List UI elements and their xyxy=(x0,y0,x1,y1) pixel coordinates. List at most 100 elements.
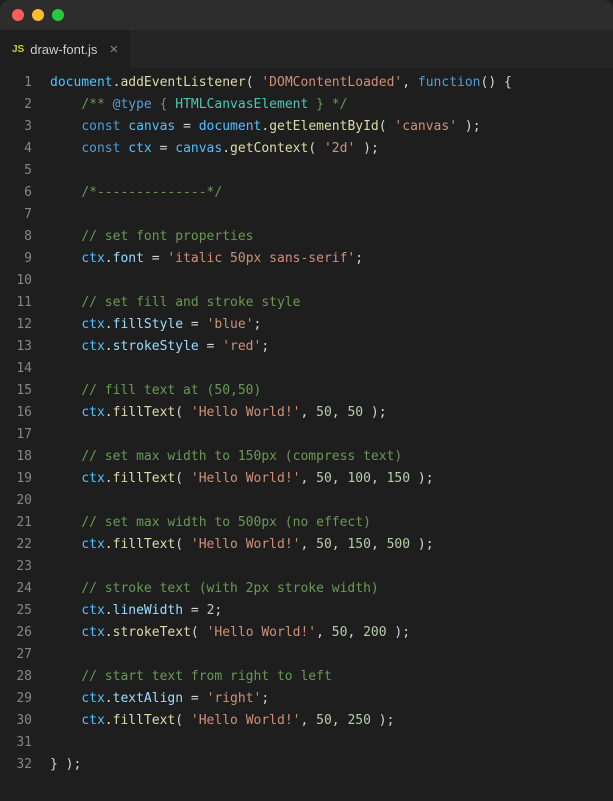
line-number: 29 xyxy=(0,688,32,710)
code-token: , xyxy=(300,537,316,552)
code-line[interactable]: ctx.fillStyle = 'blue'; xyxy=(50,314,613,336)
code-token: fillStyle xyxy=(113,317,183,332)
code-line[interactable] xyxy=(50,490,613,512)
code-line[interactable]: // set font properties xyxy=(50,226,613,248)
code-line[interactable] xyxy=(50,732,613,754)
code-line[interactable]: ctx.fillText( 'Hello World!', 50, 50 ); xyxy=(50,402,613,424)
code-token: . xyxy=(105,251,113,266)
code-token: , xyxy=(332,537,348,552)
code-token: ctx xyxy=(81,471,104,486)
code-line[interactable]: ctx.fillText( 'Hello World!', 50, 150, 5… xyxy=(50,534,613,556)
code-token: ; xyxy=(261,691,269,706)
code-line[interactable] xyxy=(50,270,613,292)
line-number: 7 xyxy=(0,204,32,226)
code-line[interactable]: ctx.font = 'italic 50px sans-serif'; xyxy=(50,248,613,270)
tab-draw-font-js[interactable]: JS draw-font.js × xyxy=(0,30,131,68)
code-line[interactable]: ctx.strokeStyle = 'red'; xyxy=(50,336,613,358)
code-line[interactable] xyxy=(50,556,613,578)
code-line[interactable]: document.addEventListener( 'DOMContentLo… xyxy=(50,72,613,94)
code-editor[interactable]: 1234567891011121314151617181920212223242… xyxy=(0,68,613,801)
code-token: 'Hello World!' xyxy=(191,405,301,420)
line-number: 3 xyxy=(0,116,32,138)
code-token: ctx xyxy=(81,339,104,354)
code-line[interactable] xyxy=(50,160,613,182)
code-token: // set font properties xyxy=(81,229,253,244)
code-line[interactable]: ctx.textAlign = 'right'; xyxy=(50,688,613,710)
code-token: ); xyxy=(363,405,386,420)
code-token: = xyxy=(175,119,198,134)
line-number: 18 xyxy=(0,446,32,468)
code-token: } ); xyxy=(50,757,81,772)
code-line[interactable] xyxy=(50,644,613,666)
code-line[interactable]: ctx.strokeText( 'Hello World!', 50, 200 … xyxy=(50,622,613,644)
line-number: 21 xyxy=(0,512,32,534)
code-line[interactable]: // start text from right to left xyxy=(50,666,613,688)
code-token: ); xyxy=(371,713,394,728)
code-token xyxy=(50,405,81,420)
code-line[interactable]: // set max width to 150px (compress text… xyxy=(50,446,613,468)
tab-close-icon[interactable]: × xyxy=(109,42,118,57)
code-line[interactable]: // fill text at (50,50) xyxy=(50,380,613,402)
code-token: ; xyxy=(214,603,222,618)
minimize-window-icon[interactable] xyxy=(32,9,44,21)
code-token: ( xyxy=(308,141,324,156)
code-token: const xyxy=(81,141,128,156)
code-line[interactable]: // stroke text (with 2px stroke width) xyxy=(50,578,613,600)
code-line[interactable]: // set max width to 500px (no effect) xyxy=(50,512,613,534)
code-line[interactable]: /*--------------*/ xyxy=(50,182,613,204)
code-token xyxy=(50,119,81,134)
code-token: fillText xyxy=(113,537,176,552)
code-token: 'Hello World!' xyxy=(207,625,317,640)
close-window-icon[interactable] xyxy=(12,9,24,21)
code-line[interactable]: const canvas = document.getElementById( … xyxy=(50,116,613,138)
line-number: 14 xyxy=(0,358,32,380)
code-token: 'Hello World!' xyxy=(191,537,301,552)
code-line[interactable]: /** @type { HTMLCanvasElement } */ xyxy=(50,94,613,116)
code-token: ctx xyxy=(81,405,104,420)
code-line[interactable] xyxy=(50,358,613,380)
code-token: @type xyxy=(113,97,152,112)
code-token: . xyxy=(105,691,113,706)
code-token: document xyxy=(199,119,262,134)
code-token xyxy=(50,581,81,596)
maximize-window-icon[interactable] xyxy=(52,9,64,21)
code-line[interactable]: // set fill and stroke style xyxy=(50,292,613,314)
code-token xyxy=(50,713,81,728)
line-number: 19 xyxy=(0,468,32,490)
code-token xyxy=(50,537,81,552)
code-token: textAlign xyxy=(113,691,183,706)
code-token: ); xyxy=(387,625,410,640)
code-token: lineWidth xyxy=(113,603,183,618)
code-line[interactable] xyxy=(50,424,613,446)
code-token xyxy=(50,97,81,112)
code-token: ctx xyxy=(81,537,104,552)
code-token: document xyxy=(50,75,113,90)
line-number: 28 xyxy=(0,666,32,688)
code-token: . xyxy=(105,603,113,618)
code-line[interactable] xyxy=(50,204,613,226)
code-line[interactable]: } ); xyxy=(50,754,613,776)
code-token: , xyxy=(402,75,418,90)
code-line[interactable]: ctx.fillText( 'Hello World!', 50, 250 ); xyxy=(50,710,613,732)
code-token: . xyxy=(105,405,113,420)
code-token: */ xyxy=(324,97,347,112)
code-token: , xyxy=(300,405,316,420)
code-token: = xyxy=(183,317,206,332)
code-token: fillText xyxy=(113,471,176,486)
line-number: 8 xyxy=(0,226,32,248)
code-token: // set max width to 150px (compress text… xyxy=(81,449,402,464)
window-titlebar[interactable] xyxy=(0,0,613,30)
code-content[interactable]: document.addEventListener( 'DOMContentLo… xyxy=(50,72,613,801)
line-number: 30 xyxy=(0,710,32,732)
line-number: 20 xyxy=(0,490,32,512)
code-line[interactable]: ctx.lineWidth = 2; xyxy=(50,600,613,622)
code-line[interactable]: const ctx = canvas.getContext( '2d' ); xyxy=(50,138,613,160)
code-token xyxy=(50,317,81,332)
line-number: 11 xyxy=(0,292,32,314)
code-line[interactable]: ctx.fillText( 'Hello World!', 50, 100, 1… xyxy=(50,468,613,490)
code-token: // stroke text (with 2px stroke width) xyxy=(81,581,378,596)
code-token: 'canvas' xyxy=(394,119,457,134)
code-token: 50 xyxy=(332,625,348,640)
code-token: // start text from right to left xyxy=(81,669,331,684)
line-number: 32 xyxy=(0,754,32,776)
